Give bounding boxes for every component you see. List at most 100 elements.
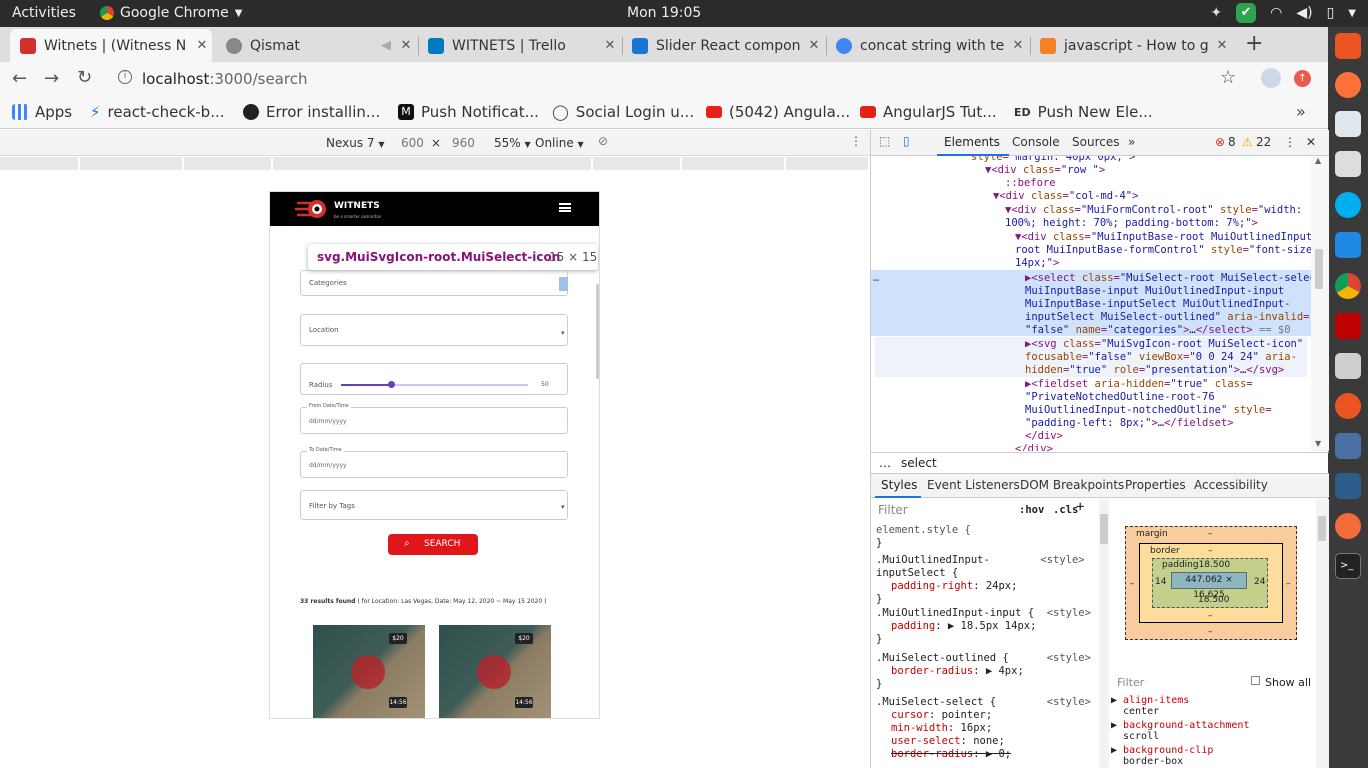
address-bar[interactable]: i localhost:3000/search ☆ xyxy=(112,65,1252,93)
mysql-workbench-icon[interactable] xyxy=(1335,473,1361,499)
box-model-margin[interactable]: margin – – – – border – – padding18.500 … xyxy=(1125,526,1297,640)
dom-line[interactable]: ▼<div class="row "> xyxy=(985,164,1105,177)
dom-line[interactable]: MuiInputBase-input MuiOutlinedInput-inpu… xyxy=(1025,285,1284,298)
dom-line[interactable]: ▶<select class="MuiSelect-root MuiSelect… xyxy=(1025,272,1311,285)
result-card-thumbnail[interactable]: $20 14:56 xyxy=(313,625,425,718)
ruler-segment[interactable] xyxy=(184,157,273,170)
forward-icon[interactable]: → xyxy=(44,68,59,89)
ruler-segment[interactable] xyxy=(80,157,184,170)
site-brand[interactable]: WITNETS xyxy=(334,201,380,211)
dom-tree[interactable]: style="margin: 40px 0px;"> ▼<div class="… xyxy=(871,156,1311,451)
computed-row[interactable]: ▶ background-clip border-box xyxy=(1111,745,1316,767)
styles-filter-input[interactable]: Filter xyxy=(878,504,908,517)
wifi-icon[interactable]: ◠ xyxy=(1270,5,1282,21)
warning-icon[interactable]: ⚠ xyxy=(1242,135,1253,149)
scroll-down-icon[interactable]: ▼ xyxy=(1315,439,1321,448)
close-icon[interactable]: ✕ xyxy=(804,38,824,53)
tab-console[interactable]: Console xyxy=(1012,135,1060,149)
tab-qismat[interactable]: Qismat ◀ ✕ xyxy=(216,29,416,62)
bookmark-angular-video[interactable]: (5042) Angula... xyxy=(706,103,850,121)
error-icon[interactable]: ⊗ xyxy=(1215,135,1225,149)
tab-concat-string[interactable]: concat string with te ✕ xyxy=(826,29,1028,62)
tab-properties[interactable]: Properties xyxy=(1125,478,1186,492)
device-toggle-icon[interactable]: ▯ xyxy=(903,134,910,148)
ruler-segment[interactable] xyxy=(682,157,786,170)
more-tabs-icon[interactable]: » xyxy=(1128,135,1135,149)
breadcrumb-ellipsis[interactable]: … xyxy=(879,456,891,470)
computed-scrollbar[interactable] xyxy=(1316,499,1329,768)
style-declaration[interactable]: min-width: 16px; xyxy=(891,722,992,735)
document-viewer-icon[interactable] xyxy=(1335,111,1361,137)
volume-icon[interactable]: ◀) xyxy=(1296,5,1312,21)
tab-accessibility[interactable]: Accessibility xyxy=(1194,478,1268,492)
style-declaration[interactable]: border-radius: ▶ 0; xyxy=(891,748,1011,761)
zoom-select[interactable]: 55% ▼ xyxy=(494,136,531,150)
more-bookmarks-icon[interactable]: » xyxy=(1296,102,1306,121)
chevron-down-icon[interactable]: ▾ xyxy=(561,503,565,511)
bookmark-angularjs[interactable]: AngularJS Tut... xyxy=(860,103,997,121)
back-icon[interactable]: ← xyxy=(12,68,27,89)
app-menu[interactable]: Google Chrome ▼ xyxy=(100,5,242,21)
update-icon[interactable]: ↑ xyxy=(1294,70,1311,87)
postman-icon[interactable] xyxy=(1335,513,1361,539)
dom-line[interactable]: inputSelect MuiSelect-outlined" aria-inv… xyxy=(1025,311,1309,324)
select-dropdown-icon[interactable] xyxy=(559,277,568,291)
media-query-ruler[interactable] xyxy=(0,157,870,170)
dom-line[interactable]: ▼<div class="col-md-4"> xyxy=(993,190,1138,203)
dom-line[interactable]: ▼<div class="MuiInputBase-root MuiOutlin… xyxy=(1015,231,1311,244)
page-scrollbar[interactable] xyxy=(596,284,599,379)
dom-scrollbar[interactable]: ▲ ▼ xyxy=(1311,156,1329,451)
scroll-thumb[interactable] xyxy=(1318,516,1326,541)
style-declaration[interactable]: cursor: pointer; xyxy=(891,709,992,722)
check-icon[interactable]: ✔ xyxy=(1236,3,1257,23)
box-model-border[interactable]: border – – padding18.500 14 24 18.500 44… xyxy=(1139,543,1283,623)
tab-sources[interactable]: Sources xyxy=(1072,135,1119,149)
mute-icon[interactable]: ◀ xyxy=(376,38,396,53)
search-button[interactable]: ⌕ SEARCH xyxy=(388,534,478,555)
tab-witnets[interactable]: Witnets | (Witness N ✕ xyxy=(10,29,212,62)
dom-line[interactable]: ▶<fieldset aria-hidden="true" class= xyxy=(1025,378,1253,391)
dom-line[interactable]: ▼<div class="MuiFormControl-root" style=… xyxy=(1005,204,1302,217)
url-text[interactable]: localhost:3000/search xyxy=(142,70,307,88)
network-throttle-select[interactable]: Online ▼ xyxy=(535,136,584,150)
result-card-thumbnail[interactable]: $20 14:56 xyxy=(439,625,551,718)
bookmark-social-login[interactable]: ◯ Social Login u... xyxy=(552,103,694,121)
dom-line[interactable]: "PrivateNotchedOutline-root-76 xyxy=(1025,391,1215,404)
close-icon[interactable]: ✕ xyxy=(396,38,416,53)
dom-line[interactable]: 14px;"> xyxy=(1015,257,1059,270)
device-select[interactable]: Nexus 7 ▼ xyxy=(326,136,385,150)
to-date-input[interactable]: To Date/Time dd/mm/yyyy xyxy=(300,447,568,478)
device-height-input[interactable]: 960 xyxy=(452,136,475,150)
bookmark-error-installing[interactable]: Error installin... xyxy=(243,103,380,121)
style-declaration[interactable]: padding: ▶ 18.5px 14px; xyxy=(891,620,1036,633)
tab-javascript[interactable]: javascript - How to g ✕ xyxy=(1030,29,1232,62)
style-declaration[interactable]: padding-right: 24px; xyxy=(891,580,1017,593)
from-date-input[interactable]: From Date/Time dd/mm/yyyy xyxy=(300,403,568,434)
play-icon[interactable] xyxy=(351,655,385,689)
tab-elements[interactable]: Elements xyxy=(944,135,1000,149)
tab-trello[interactable]: WITNETS | Trello ✕ xyxy=(418,29,620,62)
dom-line[interactable]: style="margin: 40px 0px;"> xyxy=(971,156,1135,164)
computed-row[interactable]: ▶ align-items center xyxy=(1111,695,1316,717)
dom-line[interactable]: 100%; height: 70%; padding-bottom: 7%;"> xyxy=(1005,217,1258,230)
close-icon[interactable]: ✕ xyxy=(1212,38,1232,53)
dom-line[interactable]: root MuiInputBase-formControl" style="fo… xyxy=(1015,244,1311,257)
style-rule-selector[interactable]: .MuiOutlinedInput-input { <style> xyxy=(876,607,1091,620)
terminal-icon[interactable]: >_ xyxy=(1335,553,1361,579)
location-select[interactable]: Location ▾ xyxy=(300,314,568,346)
chevron-down-icon[interactable]: ▾ xyxy=(561,329,565,337)
style-declaration[interactable]: border-radius: ▶ 4px; xyxy=(891,665,1024,678)
style-rule-selector[interactable]: .MuiOutlinedInput- <style> xyxy=(876,554,1085,567)
dropbox-icon[interactable]: ✦ xyxy=(1210,5,1222,21)
tab-styles[interactable]: Styles xyxy=(881,478,917,492)
vscode-icon[interactable] xyxy=(1335,232,1361,258)
bookmark-react-check[interactable]: ⚡ react-check-b... xyxy=(90,103,225,121)
computed-row[interactable]: ▶ background-attachment scroll xyxy=(1111,720,1316,742)
reload-icon[interactable]: ↻ xyxy=(77,67,92,88)
witnets-logo-icon[interactable] xyxy=(295,198,329,220)
rotate-icon[interactable]: ⊘ xyxy=(598,134,608,148)
close-icon[interactable]: ✕ xyxy=(600,38,620,53)
settings-icon[interactable] xyxy=(1335,393,1361,419)
tab-dom-breakpoints[interactable]: DOM Breakpoints xyxy=(1020,478,1124,492)
chrome-dock-icon[interactable] xyxy=(1335,273,1361,299)
